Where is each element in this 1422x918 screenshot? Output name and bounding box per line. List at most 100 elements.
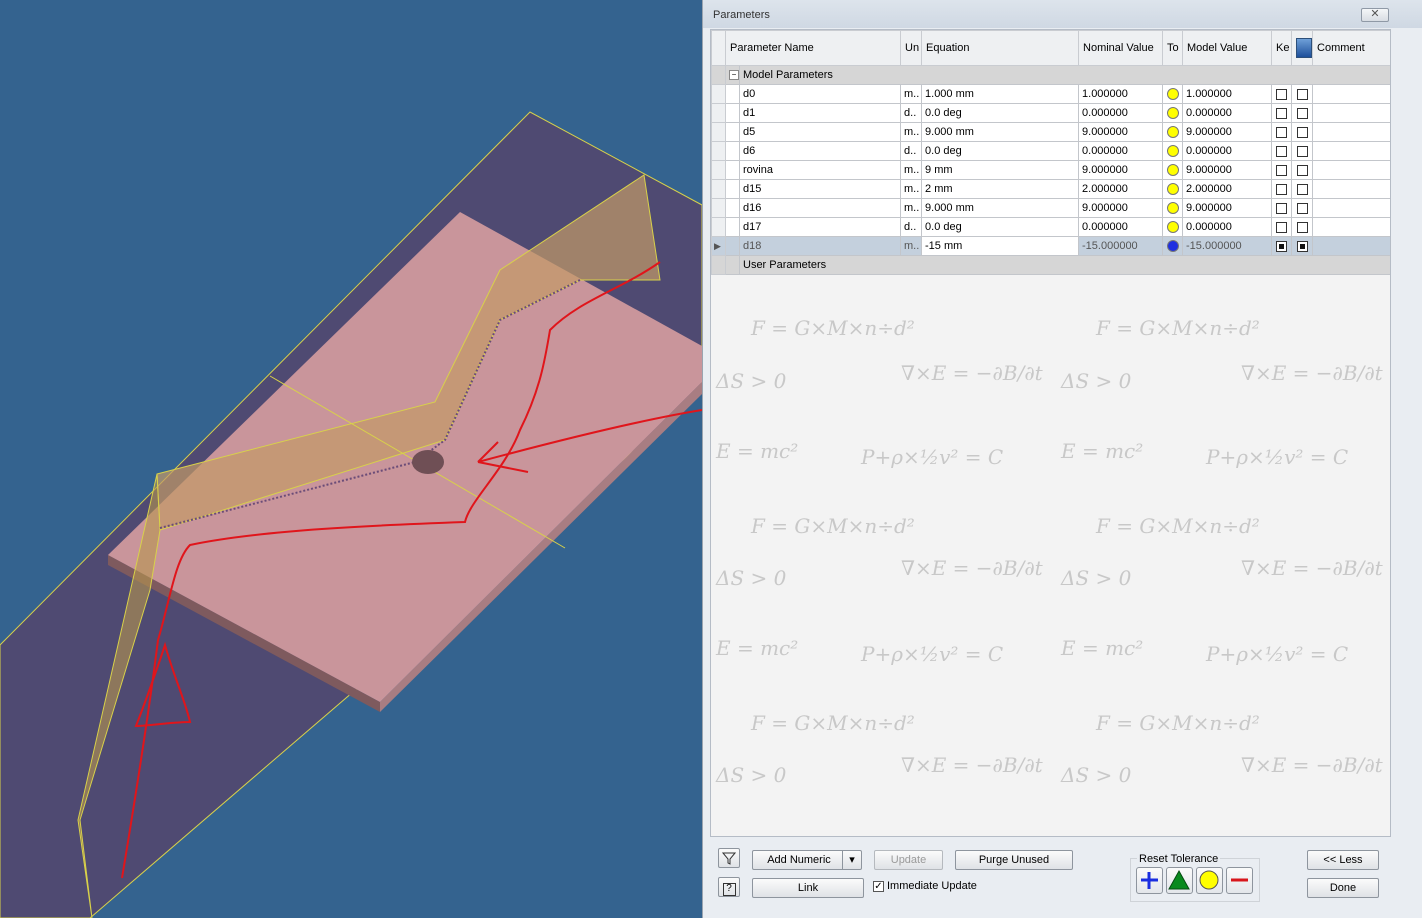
tolerance-cell[interactable]	[1162, 236, 1184, 256]
key-checkbox[interactable]	[1276, 145, 1288, 157]
key-cell[interactable]	[1271, 84, 1293, 104]
key-cell[interactable]	[1271, 122, 1293, 142]
row-selector[interactable]	[711, 217, 726, 237]
key-cell[interactable]	[1271, 236, 1293, 256]
export-cell[interactable]	[1291, 103, 1314, 123]
row-selector[interactable]	[711, 141, 726, 161]
export-checkbox[interactable]	[1296, 221, 1308, 233]
link-button[interactable]: Link	[752, 878, 864, 898]
row-selector[interactable]	[711, 84, 726, 104]
tolerance-cell[interactable]	[1162, 84, 1184, 104]
export-checkbox[interactable]	[1296, 126, 1308, 138]
parameter-equation[interactable]: 9 mm	[921, 160, 1080, 180]
tolerance-cell[interactable]	[1162, 141, 1184, 161]
column-header-export[interactable]	[1291, 30, 1314, 66]
parameter-comment[interactable]	[1312, 141, 1390, 161]
tolerance-indicator-icon[interactable]	[1166, 145, 1179, 158]
row-selector[interactable]	[711, 198, 726, 218]
column-header-equation[interactable]: Equation	[921, 30, 1080, 66]
export-checkbox[interactable]	[1296, 164, 1308, 176]
export-checkbox[interactable]	[1296, 202, 1308, 214]
export-cell[interactable]	[1291, 141, 1314, 161]
row-selector[interactable]	[711, 255, 726, 275]
parameter-row[interactable]: d6 d.. 0.0 deg 0.000000 0.000000	[711, 141, 1390, 161]
parameter-comment[interactable]	[1312, 84, 1390, 104]
export-checkbox[interactable]	[1296, 240, 1308, 252]
column-header-tolerance[interactable]: To	[1162, 30, 1184, 66]
column-header-key[interactable]: Ke	[1271, 30, 1293, 66]
key-cell[interactable]	[1271, 103, 1293, 123]
filter-button[interactable]	[718, 848, 740, 868]
help-button[interactable]: ?	[718, 877, 740, 897]
key-checkbox[interactable]	[1276, 240, 1288, 252]
export-cell[interactable]	[1291, 179, 1314, 199]
add-numeric-dropdown-icon[interactable]: ▾	[842, 851, 861, 869]
immediate-update-option[interactable]: ✓ Immediate Update	[873, 880, 977, 892]
parameter-equation[interactable]: -15 mm	[921, 236, 1080, 256]
parameter-comment[interactable]	[1312, 122, 1390, 142]
parameter-unit[interactable]: m..	[900, 179, 923, 199]
row-selector[interactable]: ▶	[711, 236, 726, 256]
parameter-name[interactable]: d18	[738, 236, 902, 256]
parameter-comment[interactable]	[1312, 160, 1390, 180]
parameter-row[interactable]: ▶ d18 m.. -15 mm -15.000000 -15.000000	[711, 236, 1390, 256]
tolerance-cell[interactable]	[1162, 103, 1184, 123]
key-checkbox[interactable]	[1276, 107, 1288, 119]
parameter-unit[interactable]: m..	[900, 198, 923, 218]
parameter-grid[interactable]: F = G×M×n÷d² F = G×M×n÷d² ∇×E = −∂B/∂t ∇×E…	[710, 29, 1391, 837]
parameter-comment[interactable]	[1312, 103, 1390, 123]
tolerance-indicator-icon[interactable]	[1166, 202, 1179, 215]
parameter-name[interactable]: d0	[738, 84, 902, 104]
parameter-row[interactable]: rovina m.. 9 mm 9.000000 9.000000	[711, 160, 1390, 180]
key-cell[interactable]	[1271, 141, 1293, 161]
export-cell[interactable]	[1291, 160, 1314, 180]
parameter-equation[interactable]: 0.0 deg	[921, 141, 1080, 161]
column-header-comment[interactable]: Comment	[1312, 30, 1390, 66]
column-header-name[interactable]: Parameter Name	[724, 30, 902, 66]
parameter-equation[interactable]: 0.0 deg	[921, 217, 1080, 237]
tree-expander-cell[interactable]: −	[725, 65, 740, 85]
export-cell[interactable]	[1291, 236, 1314, 256]
parameter-equation[interactable]: 9.000 mm	[921, 122, 1080, 142]
row-selector[interactable]	[711, 122, 726, 142]
parameter-unit[interactable]: m..	[900, 122, 923, 142]
parameter-comment[interactable]	[1312, 217, 1390, 237]
tolerance-indicator-icon[interactable]	[1166, 221, 1179, 234]
collapse-icon[interactable]: −	[729, 70, 739, 81]
key-checkbox[interactable]	[1276, 221, 1288, 233]
parameter-name[interactable]: d15	[738, 179, 902, 199]
export-checkbox[interactable]	[1296, 88, 1308, 100]
export-cell[interactable]	[1291, 198, 1314, 218]
parameter-unit[interactable]: d..	[900, 217, 923, 237]
parameter-name[interactable]: d6	[738, 141, 902, 161]
tolerance-indicator-icon[interactable]	[1166, 88, 1179, 101]
parameter-name[interactable]: d5	[738, 122, 902, 142]
median-tolerance-button[interactable]	[1166, 867, 1193, 894]
row-selector[interactable]	[711, 103, 726, 123]
export-cell[interactable]	[1291, 122, 1314, 142]
key-checkbox[interactable]	[1276, 126, 1288, 138]
parameter-unit[interactable]: m..	[900, 236, 923, 256]
parameter-comment[interactable]	[1312, 179, 1390, 199]
parameter-row[interactable]: d15 m.. 2 mm 2.000000 2.000000	[711, 179, 1390, 199]
parameter-unit[interactable]: d..	[900, 141, 923, 161]
parameter-name[interactable]: rovina	[738, 160, 902, 180]
upper-tolerance-button[interactable]	[1136, 867, 1163, 894]
parameter-row[interactable]: d17 d.. 0.0 deg 0.000000 0.000000	[711, 217, 1390, 237]
tolerance-cell[interactable]	[1162, 179, 1184, 199]
key-cell[interactable]	[1271, 198, 1293, 218]
row-selector[interactable]	[711, 179, 726, 199]
column-header-unit[interactable]: Un	[900, 30, 923, 66]
parameter-unit[interactable]: d..	[900, 103, 923, 123]
export-checkbox[interactable]	[1296, 145, 1308, 157]
less-button[interactable]: << Less	[1307, 850, 1379, 870]
parameter-unit[interactable]: m..	[900, 160, 923, 180]
tolerance-indicator-icon[interactable]	[1166, 126, 1179, 139]
export-checkbox[interactable]	[1296, 107, 1308, 119]
nominal-tolerance-button[interactable]	[1196, 867, 1223, 894]
key-checkbox[interactable]	[1276, 202, 1288, 214]
parameter-row[interactable]: d0 m.. 1.000 mm 1.000000 1.000000	[711, 84, 1390, 104]
parameter-unit[interactable]: m..	[900, 84, 923, 104]
key-checkbox[interactable]	[1276, 164, 1288, 176]
key-cell[interactable]	[1271, 179, 1293, 199]
